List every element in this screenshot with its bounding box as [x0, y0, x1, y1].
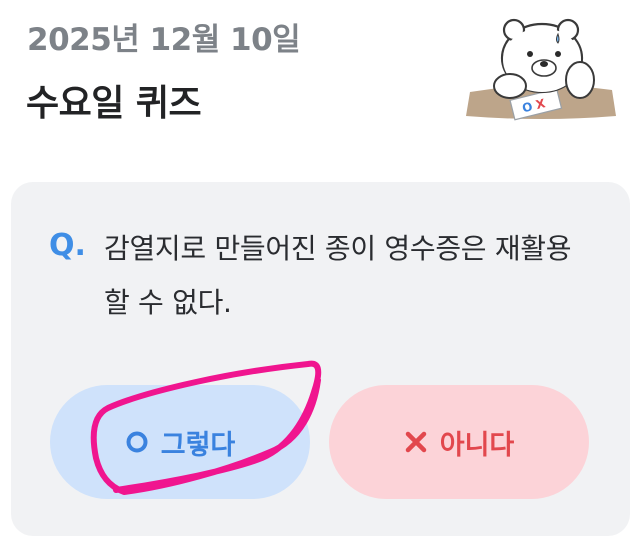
question-text: 감열지로 만들어진 종이 영수증은 재활용할 수 없다.	[104, 232, 572, 319]
answer-yes-button[interactable]: 그렇다	[50, 385, 310, 499]
bear-mascot-illustration: O X	[466, 18, 616, 121]
answer-no-button[interactable]: 아니다	[329, 385, 589, 499]
question-marker: Q.	[49, 228, 86, 263]
answer-yes-label: 그렇다	[160, 429, 236, 461]
quiz-card: Q. 감열지로 만들어진 종이 영수증은 재활용할 수 없다. 그렇다 아니다	[11, 182, 630, 536]
page-title: 수요일 퀴즈	[26, 83, 202, 124]
quiz-page: 2025년 12월 10일 수요일 퀴즈 O X Q. 감열지로 만들어진 종이…	[0, 0, 641, 541]
x-mark-icon	[405, 431, 426, 453]
circle-o-icon	[126, 431, 148, 453]
answer-no-label: 아니다	[439, 429, 515, 461]
quiz-date: 2025년 12월 10일	[27, 22, 301, 58]
